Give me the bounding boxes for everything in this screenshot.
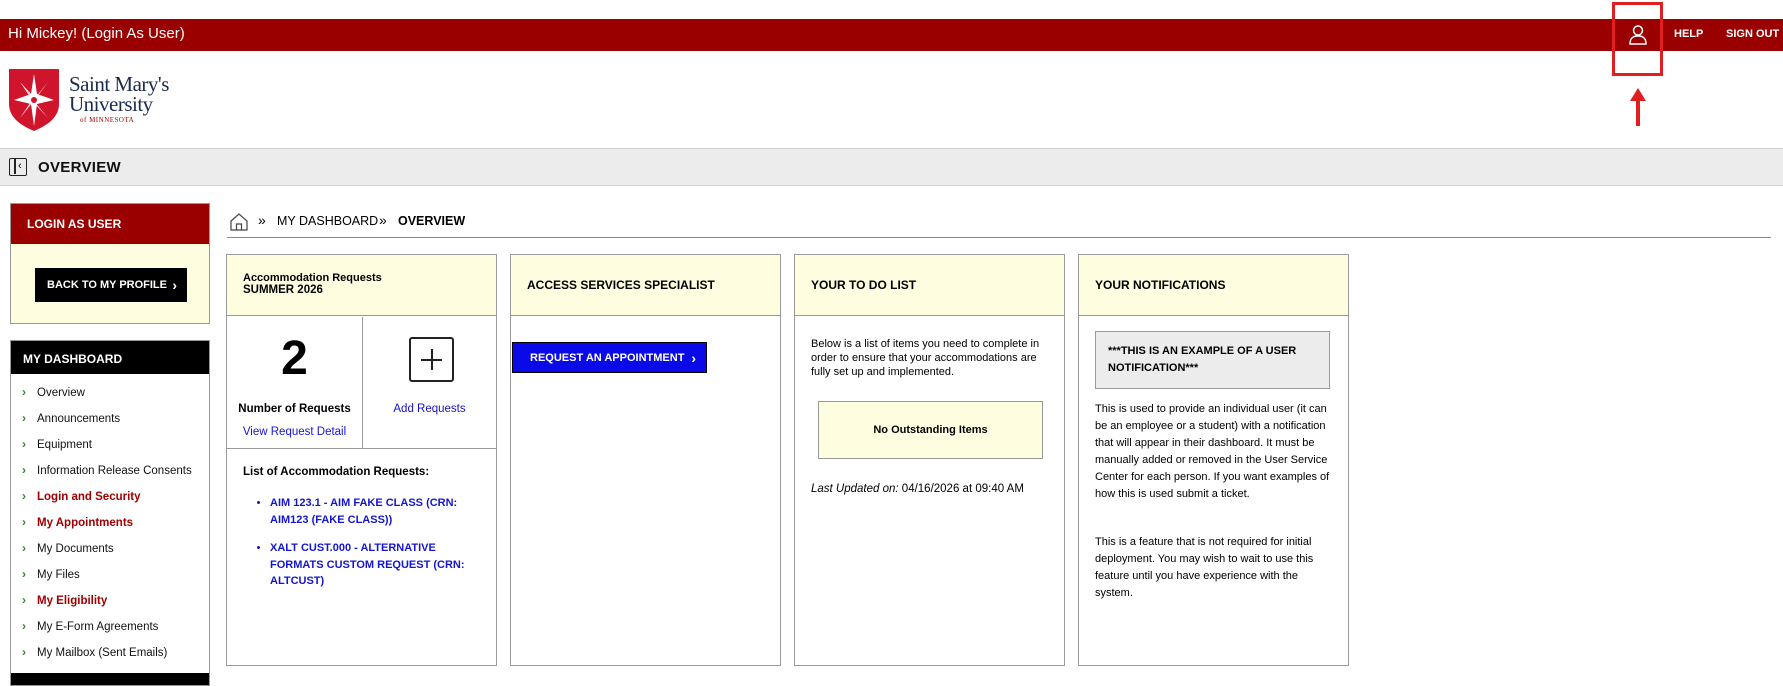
- chevron-right-icon: ›: [22, 437, 26, 451]
- notification-paragraph-2: This is a feature that is not required f…: [1095, 536, 1314, 599]
- add-requests-link[interactable]: Add Requests: [363, 403, 496, 415]
- sidebar-item-my-eligibility[interactable]: › My Eligibility: [11, 589, 209, 615]
- dashboard-nav-list: › Overview › Announcements › Equipment › Inform…: [11, 374, 209, 667]
- last-updated: Last Updated on: 04/16/2026 at 09:40 AM: [811, 483, 1024, 495]
- add-requests-icon[interactable]: [409, 337, 454, 382]
- sidebar-item-equipment[interactable]: › Equipment: [11, 433, 209, 459]
- logo-line2: University: [69, 92, 153, 116]
- sidebar-toggle-icon[interactable]: ‹: [9, 158, 27, 176]
- request-list-title: List of Accommodation Requests:: [243, 466, 430, 478]
- divider: [362, 317, 363, 449]
- sidebar-item-my-documents[interactable]: › My Documents: [11, 537, 209, 563]
- chevron-right-icon: ›: [22, 411, 26, 425]
- dashboard-nav: MY DASHBOARD › Overview › Announcements › Equ…: [10, 340, 210, 686]
- card-header: YOUR NOTIFICATIONS: [1079, 255, 1348, 316]
- sidebar-item-label: Overview: [37, 387, 85, 399]
- notifications-card: YOUR NOTIFICATIONS ***THIS IS AN EXAMPLE…: [1078, 254, 1349, 666]
- chevron-right-icon: ›: [22, 541, 26, 555]
- sidebar-item-my-files[interactable]: › My Files: [11, 563, 209, 589]
- access-services-card: ACCESS SERVICES SPECIALIST REQUEST AN AP…: [510, 254, 781, 666]
- breadcrumb-current: OVERVIEW: [398, 214, 466, 228]
- logo-line3: of MINNESOTA: [80, 116, 135, 124]
- todo-description: Below is a list of items you need to com…: [811, 338, 1040, 378]
- back-to-my-profile-button[interactable]: BACK TO MY PROFILE ›: [35, 268, 187, 302]
- chevron-right-icon: ›: [22, 463, 26, 477]
- sidebar-item-label: Information Release Consents: [37, 465, 192, 477]
- chevron-right-icon: ›: [22, 489, 26, 503]
- accommodation-card-term: SUMMER 2026: [243, 284, 323, 296]
- sidebar-item-login-and-security[interactable]: › Login and Security: [11, 485, 209, 511]
- todo-card-title: YOUR TO DO LIST: [811, 278, 917, 292]
- todo-list-card: YOUR TO DO LIST Below is a list of items…: [794, 254, 1065, 666]
- seal-icon: [9, 69, 59, 131]
- sidebar-item-my-mailbox-sent-emails[interactable]: › My Mailbox (Sent Emails): [11, 641, 209, 667]
- breadcrumb-separator-icon: »: [379, 212, 387, 228]
- view-request-detail-link[interactable]: View Request Detail: [227, 426, 362, 438]
- sign-out-link[interactable]: SIGN OUT: [1726, 28, 1779, 40]
- no-outstanding-items: No Outstanding Items: [818, 401, 1043, 459]
- sidebar-item-announcements[interactable]: › Announcements: [11, 407, 209, 433]
- chevron-right-icon: ›: [172, 277, 177, 293]
- notification-banner: ***THIS IS AN EXAMPLE OF A USER NOTIFICA…: [1095, 331, 1330, 389]
- request-appointment-label: REQUEST AN APPOINTMENT: [530, 352, 685, 364]
- request-list-item[interactable]: XALT CUST.000 - ALTERNATIVE FORMATS CUST…: [270, 540, 475, 590]
- breadcrumb: » MY DASHBOARD » OVERVIEW: [227, 210, 1771, 238]
- sidebar-item-label: My Mailbox (Sent Emails): [37, 647, 168, 659]
- chevron-right-icon: ›: [22, 567, 26, 581]
- last-updated-label: Last Updated on:: [811, 483, 899, 495]
- sidebar-item-my-appointments[interactable]: › My Appointments: [11, 511, 209, 537]
- chevron-right-icon: ›: [22, 645, 26, 659]
- chevron-right-icon: ›: [22, 619, 26, 633]
- sidebar-item-my-e-form-agreements[interactable]: › My E-Form Agreements: [11, 615, 209, 641]
- accommodation-stats: 2 Number of Requests View Request Detail…: [227, 317, 496, 449]
- login-as-user-panel: LOGIN AS USER BACK TO MY PROFILE ›: [10, 203, 210, 324]
- last-updated-value: 04/16/2026 at 09:40 AM: [901, 483, 1024, 495]
- nav-footer-bar: [11, 673, 209, 685]
- sidebar-item-label: My Files: [37, 569, 80, 581]
- university-logo[interactable]: Saint Mary's University of MINNESOTA: [8, 66, 183, 134]
- notification-paragraph-1: This is used to provide an individual us…: [1095, 403, 1330, 500]
- request-appointment-button[interactable]: REQUEST AN APPOINTMENT ›: [512, 342, 707, 373]
- sidebar-item-label: Login and Security: [37, 491, 141, 503]
- chevron-right-icon: ›: [22, 385, 26, 399]
- annotation-arrow-icon: [1630, 88, 1646, 126]
- greeting: Hi Mickey! (Login As User): [8, 25, 185, 42]
- card-header: Accommodation Requests SUMMER 2026: [227, 255, 496, 316]
- dashboard-nav-header: MY DASHBOARD: [11, 341, 209, 374]
- request-count-label: Number of Requests: [238, 403, 351, 415]
- request-list-item[interactable]: AIM 123.1 - AIM FAKE CLASS (CRN: AIM123 …: [270, 495, 475, 528]
- chevron-right-icon: ›: [691, 350, 696, 366]
- request-count: 2: [281, 332, 308, 385]
- sidebar-item-information-release-consents[interactable]: › Information Release Consents: [11, 459, 209, 485]
- access-card-title: ACCESS SERVICES SPECIALIST: [527, 278, 715, 292]
- home-icon[interactable]: [230, 213, 248, 231]
- user-icon[interactable]: [1628, 24, 1648, 46]
- accommodation-requests-card: Accommodation Requests SUMMER 2026 2 Num…: [226, 254, 497, 666]
- sidebar-item-label: Equipment: [37, 439, 92, 451]
- back-to-my-profile-label: BACK TO MY PROFILE: [47, 279, 167, 291]
- chevron-right-icon: ›: [22, 593, 26, 607]
- login-as-user-header: LOGIN AS USER: [11, 204, 209, 244]
- breadcrumb-my-dashboard[interactable]: MY DASHBOARD: [277, 214, 378, 228]
- notifications-card-title: YOUR NOTIFICATIONS: [1095, 278, 1226, 292]
- sidebar-item-label: My Eligibility: [37, 595, 108, 607]
- accommodation-card-title: Accommodation Requests: [243, 272, 382, 284]
- sidebar-item-label: My Documents: [37, 543, 114, 555]
- sidebar-item-label: My Appointments: [37, 517, 134, 529]
- card-header: YOUR TO DO LIST: [795, 255, 1064, 316]
- chevron-right-icon: ›: [22, 515, 26, 529]
- help-link[interactable]: HELP: [1674, 28, 1703, 40]
- sidebar-item-label: My E-Form Agreements: [37, 621, 159, 633]
- sidebar-item-label: Announcements: [37, 413, 121, 425]
- card-header: ACCESS SERVICES SPECIALIST: [511, 255, 780, 316]
- breadcrumb-separator-icon: »: [258, 212, 266, 228]
- top-bar: Hi Mickey! (Login As User) HELP SIGN OUT: [0, 2, 1783, 76]
- page-title-bar: ‹ OVERVIEW: [0, 148, 1783, 186]
- page-title: OVERVIEW: [38, 159, 121, 176]
- request-list: AIM 123.1 - AIM FAKE CLASS (CRN: AIM123 …: [255, 495, 475, 602]
- sidebar-item-overview[interactable]: › Overview: [11, 381, 209, 407]
